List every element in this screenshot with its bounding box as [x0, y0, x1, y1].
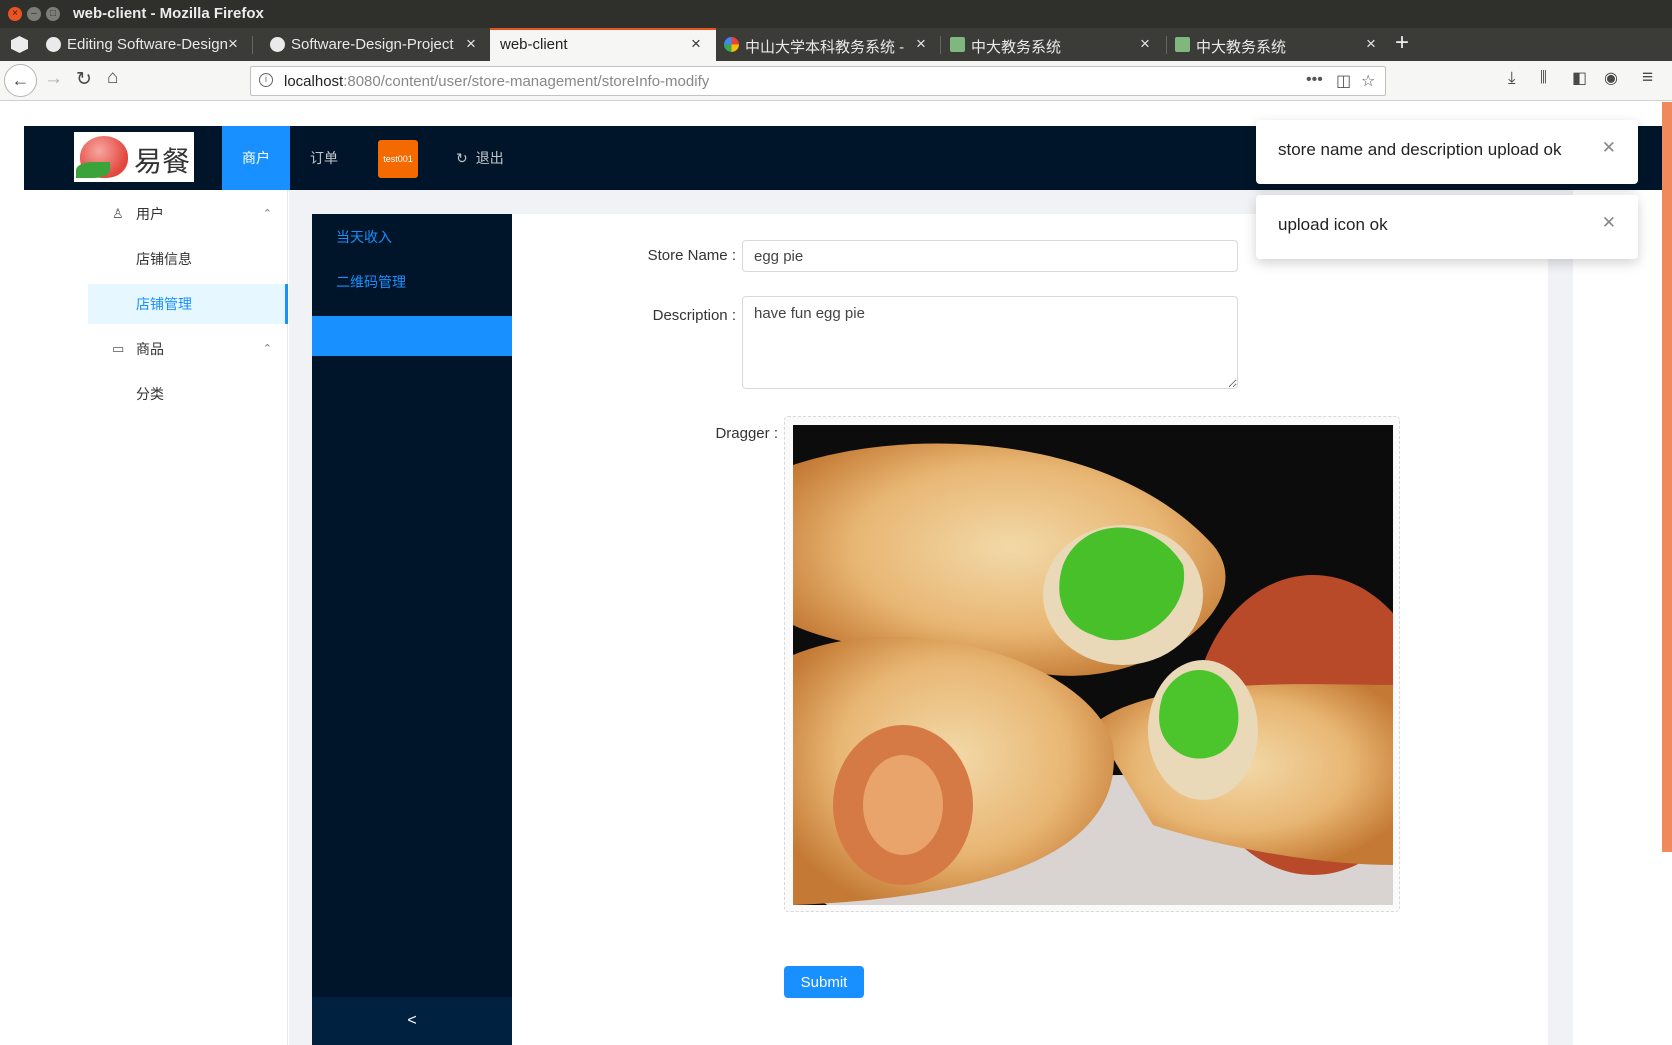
url-text[interactable]: localhost:8080/content/user/store-manage…: [284, 73, 709, 90]
back-arrow-icon[interactable]: ←: [4, 64, 37, 97]
sider-item-selected[interactable]: [312, 316, 512, 356]
tab-label: 中大教务系统: [971, 39, 1062, 56]
reload-icon[interactable]: ↻: [76, 68, 92, 91]
tab-close-icon[interactable]: ×: [466, 34, 476, 54]
tab-sysu-system-1[interactable]: 中大教务系统 ×: [942, 28, 1164, 61]
menu-item-store-info[interactable]: 店铺信息: [88, 239, 288, 279]
hamburger-menu-icon[interactable]: ≡: [1642, 67, 1653, 89]
library-icon[interactable]: ⫼: [1540, 69, 1547, 86]
tab-separator: [940, 36, 941, 54]
tab-close-icon[interactable]: ×: [691, 34, 701, 54]
nav-merchant[interactable]: 商户: [222, 126, 290, 190]
notification-text: store name and description upload ok: [1278, 140, 1562, 159]
url-bar[interactable]: i localhost:8080/content/user/store-mana…: [250, 66, 1386, 96]
dragger-label: Dragger :: [715, 425, 778, 442]
user-avatar-badge[interactable]: test001: [378, 140, 418, 178]
chevron-up-icon: ⌃: [262, 208, 272, 220]
menu-group-goods[interactable]: ▭ 商品 ⌃: [88, 329, 288, 369]
menu-item-label: 店铺信息: [136, 251, 192, 267]
sysu-icon: [950, 37, 965, 52]
tab-software-design-project[interactable]: Software-Design-Project ×: [262, 28, 482, 61]
menu-group-label: 商品: [136, 341, 164, 357]
window-title: web-client - Mozilla Firefox: [73, 5, 264, 22]
tab-close-icon[interactable]: ×: [228, 34, 238, 54]
account-icon[interactable]: ◉: [1604, 68, 1618, 88]
tab-label: web-client: [500, 36, 568, 53]
upload-dragger[interactable]: [784, 416, 1400, 912]
downloads-icon[interactable]: ⤓: [1508, 68, 1516, 88]
app-logo: 易餐: [74, 132, 194, 182]
notification-icon-upload: upload icon ok ✕: [1256, 195, 1638, 259]
sider-item-income[interactable]: 当天收入: [312, 217, 512, 257]
window-close-button[interactable]: ×: [8, 7, 22, 21]
store-name-input[interactable]: [742, 240, 1238, 272]
sider-collapse-button[interactable]: <: [312, 997, 512, 1045]
logout-icon: ↻: [456, 150, 468, 166]
tab-label: 中大教务系统: [1196, 39, 1287, 56]
tab-label: Editing Software-Design-Project: [67, 36, 227, 53]
menu-item-category[interactable]: 分类: [88, 374, 288, 414]
menu-item-label: 分类: [136, 386, 164, 402]
tab-label: 中山大学本科教务系统 - Google: [745, 39, 908, 56]
tab-close-icon[interactable]: ×: [916, 34, 926, 54]
laptop-icon: ▭: [112, 341, 125, 356]
tab-strip: Editing Software-Design-Project × Softwa…: [0, 28, 1672, 61]
store-name-label: Store Name :: [647, 247, 736, 264]
close-icon[interactable]: ✕: [1602, 213, 1616, 233]
nav-logout-label: 退出: [475, 150, 504, 166]
user-icon: ♙: [112, 206, 124, 221]
site-info-icon[interactable]: i: [259, 73, 273, 87]
menu-group-label: 用户: [136, 206, 164, 222]
store-info-form: Store Name : Description : have fun egg …: [512, 214, 1548, 1045]
page-actions-icon[interactable]: •••: [1306, 71, 1323, 89]
sysu-icon: [1175, 37, 1190, 52]
description-textarea[interactable]: have fun egg pie: [742, 296, 1238, 389]
navigation-toolbar: ← → ↻ ⌂ i localhost:8080/content/user/st…: [0, 61, 1672, 101]
window-titlebar: × – □ web-client - Mozilla Firefox: [0, 0, 1672, 28]
github-icon: [46, 37, 61, 52]
notification-text: upload icon ok: [1278, 215, 1388, 234]
forward-arrow-icon[interactable]: →: [44, 68, 63, 90]
leaf-logo-icon: [76, 162, 110, 178]
tab-close-icon[interactable]: ×: [1366, 34, 1376, 54]
nav-orders[interactable]: 订单: [310, 126, 338, 190]
description-label: Description :: [652, 307, 736, 324]
google-icon: [724, 37, 739, 52]
inner-sider: 当天收入 二维码管理 <: [312, 214, 512, 1045]
close-icon[interactable]: ✕: [1602, 138, 1616, 158]
new-tab-icon[interactable]: +: [1395, 29, 1409, 57]
page-scrollbar[interactable]: [1662, 102, 1672, 852]
menu-item-store-manage[interactable]: 店铺管理: [88, 284, 288, 324]
sidebar-icon[interactable]: ◧: [1572, 68, 1587, 88]
tab-sysu-academic[interactable]: 中山大学本科教务系统 - Google ×: [716, 28, 938, 61]
chevron-up-icon: ⌃: [262, 343, 272, 355]
bookmark-star-icon[interactable]: ☆: [1361, 71, 1375, 91]
github-icon: [270, 37, 285, 52]
menu-group-user[interactable]: ♙ 用户 ⌃: [88, 194, 288, 234]
page-viewport: 易餐 商户 订单 test001 ↻ 退出 ♙ 用户 ⌃ 店铺信息 店铺管理 ▭ …: [0, 102, 1672, 1045]
tab-web-client[interactable]: web-client ×: [490, 28, 716, 61]
nav-logout[interactable]: ↻ 退出: [456, 126, 504, 190]
tab-separator: [252, 36, 253, 54]
tab-sysu-system-2[interactable]: 中大教务系统 ×: [1167, 28, 1389, 61]
notification-store-upload: store name and description upload ok ✕: [1256, 120, 1638, 184]
tab-editing-software-design[interactable]: Editing Software-Design-Project ×: [38, 28, 251, 61]
menu-item-label: 店铺管理: [136, 296, 192, 312]
window-minimize-button[interactable]: –: [27, 7, 41, 21]
sider-item-label: 二维码管理: [336, 274, 406, 290]
tab-label: Software-Design-Project: [291, 36, 454, 53]
left-menu: ♙ 用户 ⌃ 店铺信息 店铺管理 ▭ 商品 ⌃ 分类: [88, 190, 288, 1045]
pocket-icon[interactable]: ◫: [1336, 71, 1351, 91]
tab-close-icon[interactable]: ×: [1140, 34, 1150, 54]
submit-button[interactable]: Submit: [784, 966, 864, 998]
store-icon-image: [793, 425, 1393, 905]
logo-text: 易餐: [134, 145, 191, 178]
sider-item-label: 当天收入: [336, 229, 392, 245]
home-icon[interactable]: ⌂: [107, 67, 118, 89]
sider-item-qrcode[interactable]: 二维码管理: [312, 262, 512, 302]
window-maximize-button[interactable]: □: [46, 7, 60, 21]
